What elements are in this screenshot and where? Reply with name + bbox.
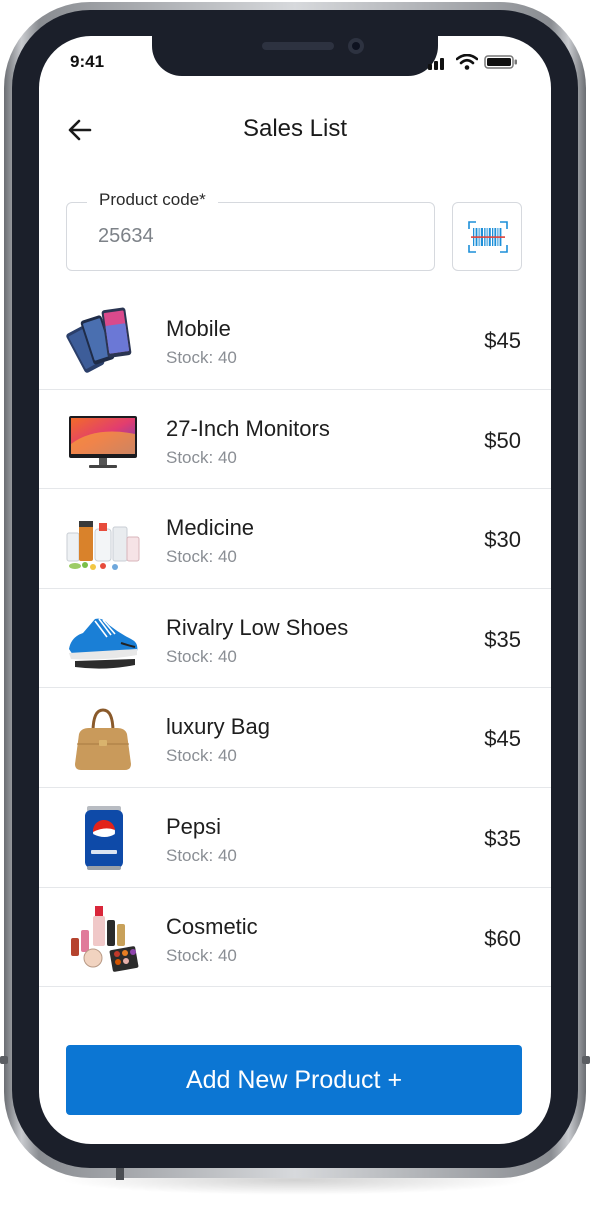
product-price: $35 <box>484 825 521 851</box>
product-name: Pepsi <box>166 813 222 839</box>
cosmetics-image <box>71 905 139 972</box>
medicine-image <box>66 521 140 571</box>
product-list: Mobile Stock: 40 $45 27-Inch Monitors St… <box>39 290 551 988</box>
status-time: 9:41 <box>70 52 105 71</box>
product-stock: Stock: 40 <box>166 845 237 865</box>
barcode-scan-button[interactable] <box>452 202 522 271</box>
product-code-input[interactable] <box>98 225 398 248</box>
product-item[interactable]: Rivalry Low Shoes Stock: 40 $35 <box>39 589 551 689</box>
product-stock: Stock: 40 <box>166 746 237 766</box>
product-name: Cosmetic <box>166 913 258 939</box>
product-stock: Stock: 40 <box>166 348 237 367</box>
bag-image <box>75 708 131 771</box>
product-name: Rivalry Low Shoes <box>166 614 349 640</box>
mobile-phones-image <box>66 307 132 373</box>
shoes-image <box>69 618 138 669</box>
speaker <box>262 42 334 50</box>
pepsi-can-image <box>85 805 123 870</box>
product-price: $50 <box>484 427 521 453</box>
product-price: $45 <box>484 726 521 752</box>
barcode-icon <box>468 221 508 253</box>
product-stock: Stock: 40 <box>166 547 237 567</box>
product-price: $45 <box>484 328 521 353</box>
product-name: Mobile <box>166 316 231 341</box>
wifi-icon <box>456 54 478 70</box>
product-item[interactable]: 27-Inch Monitors Stock: 40 $50 <box>39 390 551 490</box>
product-stock: Stock: 40 <box>166 447 237 467</box>
product-name: 27-Inch Monitors <box>166 415 330 441</box>
product-item[interactable]: Cosmetic Stock: 40 $60 <box>39 888 551 988</box>
product-price: $35 <box>484 626 521 652</box>
product-price: $60 <box>484 925 521 951</box>
frame-nub <box>116 1168 124 1180</box>
product-item[interactable]: Pepsi Stock: 40 $35 <box>39 788 551 888</box>
product-name: Medicine <box>166 515 255 541</box>
product-price: $30 <box>484 527 521 553</box>
product-name: luxury Bag <box>166 714 270 740</box>
product-code-field[interactable]: Product code* <box>66 190 435 271</box>
front-camera <box>348 38 364 54</box>
product-code-label: Product code* <box>87 190 218 210</box>
side-button-right <box>582 1056 590 1064</box>
monitor-image <box>69 415 137 468</box>
product-stock: Stock: 40 <box>166 646 237 666</box>
notch <box>152 30 438 76</box>
product-item[interactable]: luxury Bag Stock: 40 $45 <box>39 688 551 788</box>
back-arrow-icon[interactable] <box>66 116 94 144</box>
product-stock: Stock: 40 <box>166 945 237 965</box>
add-new-product-button[interactable]: Add New Product + <box>66 1045 522 1115</box>
battery-icon <box>484 55 517 69</box>
product-item[interactable]: Mobile Stock: 40 $45 <box>39 290 551 390</box>
product-item[interactable]: Medicine Stock: 40 $30 <box>39 489 551 589</box>
side-button-left <box>0 1056 8 1064</box>
page-title: Sales List <box>242 115 348 142</box>
status-icons <box>428 54 520 70</box>
